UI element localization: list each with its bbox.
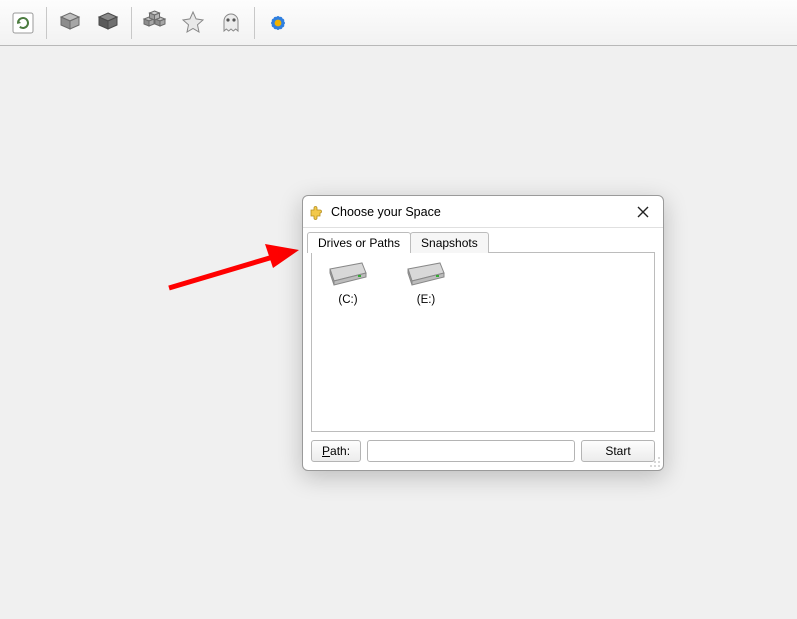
refresh-icon bbox=[10, 10, 36, 36]
tab-label: Drives or Paths bbox=[318, 236, 400, 250]
cube-dark-button[interactable] bbox=[91, 6, 125, 40]
toolbar-separator bbox=[131, 7, 132, 39]
path-input[interactable] bbox=[367, 440, 575, 462]
drive-icon bbox=[404, 259, 448, 289]
drive-item-e[interactable]: (E:) bbox=[396, 259, 456, 306]
choose-space-dialog: Choose your Space Drives or Paths Snapsh… bbox=[302, 195, 664, 471]
cubes-button[interactable] bbox=[138, 6, 172, 40]
tab-strip: Drives or Paths Snapshots bbox=[303, 228, 663, 252]
dialog-titlebar: Choose your Space bbox=[303, 196, 663, 228]
cube-button[interactable] bbox=[53, 6, 87, 40]
tab-drives[interactable]: Drives or Paths bbox=[307, 232, 411, 253]
dialog-title: Choose your Space bbox=[331, 205, 441, 219]
dialog-bottom-row: Path: Start bbox=[303, 436, 663, 470]
annotation-arrow bbox=[165, 240, 300, 295]
tab-label: Snapshots bbox=[421, 236, 478, 250]
flower-button[interactable] bbox=[261, 6, 295, 40]
close-button[interactable] bbox=[629, 200, 657, 224]
toolbar-separator bbox=[254, 7, 255, 39]
ghost-button[interactable] bbox=[214, 6, 248, 40]
main-toolbar bbox=[0, 0, 797, 46]
ghost-icon bbox=[217, 9, 245, 37]
star-icon bbox=[179, 9, 207, 37]
start-label: Start bbox=[605, 444, 630, 458]
toolbar-separator bbox=[46, 7, 47, 39]
cubes-icon bbox=[141, 9, 169, 37]
drive-label: (E:) bbox=[396, 294, 456, 306]
drive-label: (C:) bbox=[318, 294, 378, 306]
close-icon bbox=[637, 206, 649, 218]
flower-icon bbox=[264, 9, 292, 37]
tab-snapshots[interactable]: Snapshots bbox=[410, 232, 489, 253]
drive-item-c[interactable]: (C:) bbox=[318, 259, 378, 306]
path-button[interactable]: Path: bbox=[311, 440, 361, 462]
puzzle-icon bbox=[309, 204, 325, 220]
cube-icon bbox=[56, 9, 84, 37]
cube-dark-icon bbox=[94, 9, 122, 37]
refresh-button[interactable] bbox=[6, 6, 40, 40]
start-button[interactable]: Start bbox=[581, 440, 655, 462]
drives-panel: (C:) (E:) bbox=[311, 252, 655, 432]
star-button[interactable] bbox=[176, 6, 210, 40]
drive-icon bbox=[326, 259, 370, 289]
resize-grip[interactable] bbox=[647, 454, 661, 468]
